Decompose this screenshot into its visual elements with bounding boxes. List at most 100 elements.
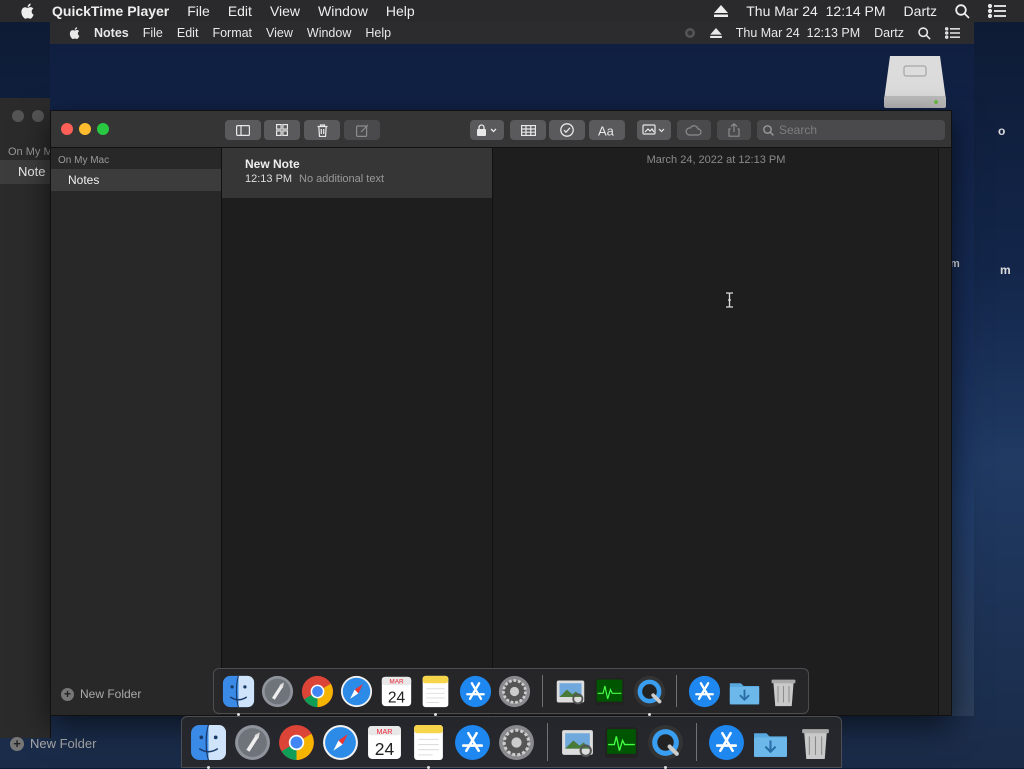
close-button[interactable] — [61, 123, 73, 135]
recorded-dock-notes[interactable] — [418, 673, 455, 716]
recorded-dock-preview[interactable] — [552, 673, 589, 710]
dock-activity-monitor[interactable] — [602, 722, 642, 763]
search-field[interactable]: Search — [757, 120, 945, 140]
format-button[interactable]: Aa — [589, 120, 625, 140]
sidebar-section-header: On My Mac — [58, 155, 110, 166]
spotlight-search-icon[interactable] — [955, 3, 970, 19]
recorded-dock-activity-monitor[interactable] — [591, 673, 628, 710]
inner-menu-view[interactable]: View — [266, 26, 293, 40]
menu-help[interactable]: Help — [386, 3, 415, 19]
recorded-dock-launchpad[interactable] — [260, 673, 297, 710]
dock-quicktime-player[interactable] — [646, 722, 686, 769]
menu-window[interactable]: Window — [318, 3, 368, 19]
svg-text:24: 24 — [388, 689, 406, 706]
note-editor[interactable]: March 24, 2022 at 12:13 PM — [493, 148, 939, 715]
scrollbar-track[interactable] — [938, 148, 951, 715]
apple-icon[interactable] — [18, 2, 38, 20]
bg-selected-folder[interactable]: Note — [0, 160, 50, 184]
grid-icon — [276, 124, 288, 136]
dock-downloads[interactable] — [751, 722, 791, 763]
eject-icon[interactable] — [709, 28, 722, 38]
gallery-view-button[interactable] — [264, 120, 300, 140]
zoom-button[interactable] — [97, 123, 109, 135]
spotlight-search-icon[interactable] — [918, 26, 931, 40]
new-folder-button[interactable]: + New Folder — [61, 687, 141, 701]
preview-icon — [556, 680, 584, 704]
recorded-dock-downloads[interactable] — [726, 673, 763, 710]
recorded-dock-system-preferences[interactable] — [497, 673, 534, 710]
dock-notes[interactable] — [408, 722, 448, 769]
inner-app-name[interactable]: Notes — [94, 26, 129, 40]
menu-edit[interactable]: Edit — [228, 3, 252, 19]
hard-drive-icon[interactable] — [882, 52, 948, 112]
dock-separator — [542, 675, 543, 707]
activity-monitor-icon — [605, 726, 639, 758]
finder-icon — [190, 724, 226, 760]
control-center-icon[interactable] — [988, 4, 1006, 18]
bg-close-button[interactable] — [12, 110, 24, 122]
lock-icon — [477, 124, 497, 136]
dock-launchpad[interactable] — [232, 722, 272, 763]
menubar-clock[interactable]: Thu Mar 24 12:14 PM — [746, 3, 885, 19]
checklist-button[interactable] — [549, 120, 585, 140]
recorded-dock-app-store[interactable] — [686, 673, 723, 710]
recorded-dock-trash[interactable] — [765, 673, 802, 710]
inner-menu-edit[interactable]: Edit — [177, 26, 199, 40]
recorded-dock-calendar[interactable]: MAR 24 — [378, 673, 415, 710]
recorded-dock: MAR 24 — [213, 668, 809, 716]
dock-chrome[interactable] — [276, 722, 316, 763]
calendar-icon: MAR 24 — [367, 725, 401, 759]
recorded-dock-app-store[interactable] — [457, 673, 494, 710]
dock-app-store[interactable] — [452, 722, 492, 763]
inner-menu-format[interactable]: Format — [212, 26, 252, 40]
inner-menubar-clock[interactable]: Thu Mar 24 12:13 PM — [736, 26, 860, 40]
dock-safari[interactable] — [320, 722, 360, 763]
menu-view[interactable]: View — [270, 3, 300, 19]
dock-finder[interactable] — [188, 722, 228, 769]
dock-app-store[interactable] — [707, 722, 747, 763]
outer-menubar: QuickTime Player File Edit View Window H… — [0, 0, 1024, 22]
dock: MAR 24 — [181, 716, 842, 769]
inner-menu-file[interactable]: File — [143, 26, 163, 40]
inner-menu-window[interactable]: Window — [307, 26, 351, 40]
note-list: New Note 12:13 PM No additional text — [222, 148, 493, 715]
recorded-dock-safari[interactable] — [339, 673, 376, 710]
dock-separator — [695, 723, 697, 761]
menu-file[interactable]: File — [187, 3, 210, 19]
eject-icon[interactable] — [714, 5, 729, 17]
app-name[interactable]: QuickTime Player — [52, 3, 169, 19]
dock-system-preferences[interactable] — [497, 722, 537, 763]
dock-trash[interactable] — [795, 722, 835, 763]
recorded-dock-chrome[interactable] — [299, 673, 336, 710]
compose-note-button[interactable] — [344, 120, 380, 140]
svg-text:MAR: MAR — [376, 726, 392, 735]
sidebar-item-label: Notes — [68, 173, 100, 187]
collaborate-button[interactable] — [677, 120, 711, 140]
bg-minimize-button[interactable] — [32, 110, 44, 122]
recorded-dock-finder[interactable] — [220, 673, 257, 716]
dock-preview[interactable] — [558, 722, 598, 763]
inner-menubar-user[interactable]: Dartz — [874, 26, 904, 40]
svg-text:Aa: Aa — [598, 124, 615, 137]
minimize-button[interactable] — [79, 123, 91, 135]
menubar-user[interactable]: Dartz — [904, 3, 937, 19]
sidebar-item-notes[interactable]: Notes — [51, 169, 221, 191]
recording-indicator-icon[interactable] — [684, 27, 696, 39]
apple-icon[interactable] — [68, 26, 82, 40]
new-folder-label: New Folder — [80, 687, 142, 701]
list-item[interactable]: New Note 12:13 PM No additional text — [222, 148, 492, 198]
dock-calendar[interactable]: MAR 24 — [364, 722, 404, 763]
toggle-sidebar-button[interactable] — [225, 120, 261, 140]
bg-folder-label: Note — [18, 164, 46, 179]
lock-note-button[interactable] — [470, 120, 504, 140]
insert-table-button[interactable] — [510, 120, 546, 140]
bg-new-folder-button[interactable]: + New Folder — [10, 736, 96, 751]
text-format-icon: Aa — [598, 124, 615, 137]
recorded-dock-quicktime-player[interactable] — [631, 673, 668, 716]
delete-note-button[interactable] — [304, 120, 340, 140]
media-button[interactable] — [637, 120, 671, 140]
share-button[interactable] — [717, 120, 751, 140]
trash-icon — [801, 728, 829, 759]
inner-menu-help[interactable]: Help — [365, 26, 391, 40]
control-center-icon[interactable] — [945, 27, 960, 39]
